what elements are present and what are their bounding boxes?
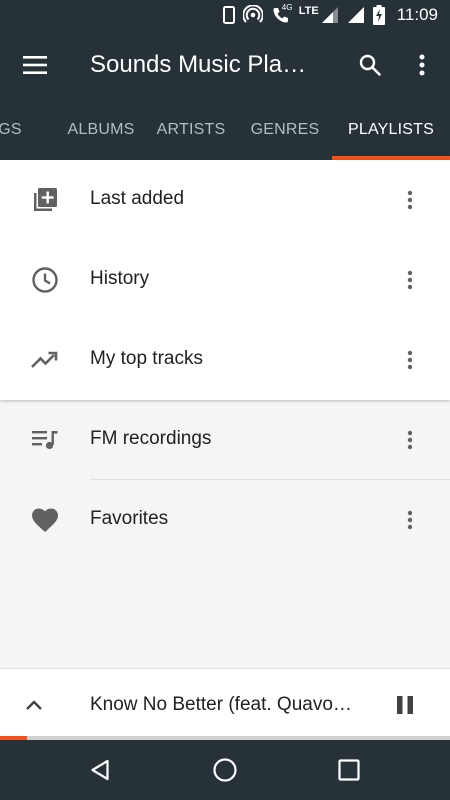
- more-vert-icon: [407, 190, 413, 210]
- trending-up-icon: [30, 346, 60, 374]
- playlist-item-last-added[interactable]: Last added: [0, 160, 450, 240]
- playlist-label: Favorites: [90, 508, 169, 529]
- tab-artists[interactable]: ARTISTS: [140, 100, 242, 160]
- more-vert-icon: [407, 430, 413, 450]
- chevron-up-icon: [26, 700, 42, 710]
- recents-button[interactable]: [326, 748, 372, 792]
- signal-icon: [347, 6, 365, 24]
- signal-icon: [321, 6, 339, 24]
- heart-icon: [30, 506, 60, 534]
- back-triangle-icon: [91, 759, 109, 781]
- playlist-item-top-tracks[interactable]: My top tracks: [0, 320, 450, 400]
- status-bar: 4G LTE 11:09: [0, 0, 450, 30]
- more-vert-icon: [407, 510, 413, 530]
- more-vert-icon: [407, 350, 413, 370]
- playlist-item-history[interactable]: History: [0, 240, 450, 320]
- phone-outline-icon: [222, 6, 235, 24]
- playlist-label: History: [90, 268, 150, 289]
- tab-songs[interactable]: GS: [0, 100, 30, 160]
- now-playing-title: Know No Better (feat. Quavo…: [90, 694, 352, 715]
- tab-bar: GS ALBUMS ARTISTS GENRES PLAYLISTS: [0, 100, 450, 160]
- home-button[interactable]: [202, 748, 248, 792]
- tab-playlists[interactable]: PLAYLISTS: [332, 100, 450, 160]
- item-overflow-button[interactable]: [390, 500, 430, 540]
- clock-icon: [30, 266, 60, 294]
- now-playing-bar[interactable]: Know No Better (feat. Quavo…: [0, 668, 450, 740]
- tab-genres[interactable]: GENRES: [240, 100, 330, 160]
- playlist-add-icon: [30, 186, 60, 214]
- hamburger-menu-button[interactable]: [10, 40, 60, 90]
- queue-music-icon: [30, 426, 60, 454]
- expand-player-button[interactable]: [16, 687, 52, 723]
- app-title: Sounds Music Pla…: [90, 51, 307, 78]
- playlist-label: FM recordings: [90, 428, 212, 449]
- system-nav-bar: [0, 740, 450, 800]
- playlist-label: My top tracks: [90, 348, 203, 369]
- wifi-calling-icon: 4G: [271, 3, 293, 25]
- search-button[interactable]: [346, 40, 394, 90]
- more-vert-icon: [419, 54, 425, 76]
- item-overflow-button[interactable]: [390, 420, 430, 460]
- item-overflow-button[interactable]: [390, 340, 430, 380]
- recents-square-icon: [338, 759, 360, 781]
- playlist-item-favorites[interactable]: Favorites: [0, 480, 450, 560]
- status-icons: 4G LTE 11:09: [222, 0, 450, 30]
- item-overflow-button[interactable]: [390, 180, 430, 220]
- playlist-label: Last added: [90, 188, 185, 209]
- back-button[interactable]: [77, 748, 123, 792]
- pause-button[interactable]: [385, 685, 425, 725]
- pause-icon: [397, 696, 413, 714]
- item-overflow-button[interactable]: [390, 260, 430, 300]
- battery-charging-icon: [372, 5, 385, 25]
- more-options-button[interactable]: [400, 40, 444, 90]
- playlist-list: Last added History My top tracks FM reco…: [0, 160, 450, 668]
- clock: 11:09: [396, 5, 438, 24]
- network-sub-label: 4G: [281, 3, 293, 12]
- list-divider: [90, 479, 450, 480]
- app-bar: Sounds Music Pla…: [0, 30, 450, 100]
- more-vert-icon: [407, 270, 413, 290]
- home-circle-icon: [213, 758, 237, 782]
- hotspot-icon: [242, 5, 263, 25]
- search-icon: [359, 54, 381, 76]
- playlist-item-fm-recordings[interactable]: FM recordings: [0, 400, 450, 480]
- network-type-label: LTE: [298, 5, 319, 17]
- hamburger-menu-icon: [23, 56, 47, 74]
